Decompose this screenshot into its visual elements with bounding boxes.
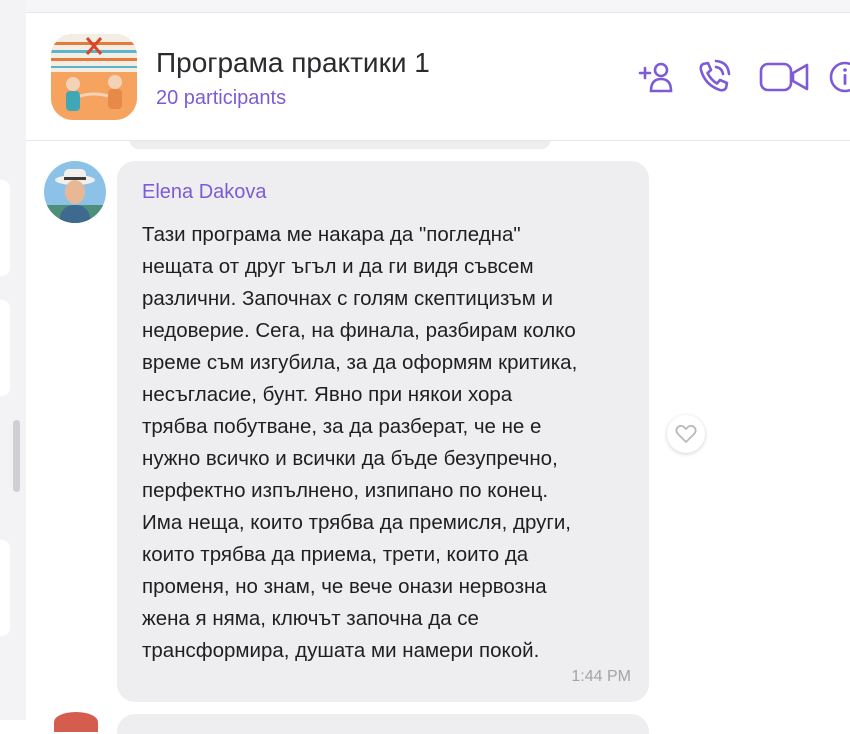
message-line: перфектно изпълнено, изпипано по конец. [142, 479, 549, 502]
info-icon [829, 61, 850, 93]
chat-list-item[interactable] [0, 180, 10, 276]
phone-icon [699, 59, 731, 92]
group-avatar[interactable] [51, 34, 137, 120]
next-message-bubble[interactable] [117, 714, 649, 734]
video-camera-icon [759, 62, 809, 92]
message-line: Има неща, които трябва да премисля, друг… [142, 511, 571, 534]
message-line: несъгласие, бунт. Явно при някои хора [142, 383, 513, 406]
chat-list-panel [0, 0, 27, 720]
add-person-icon [638, 62, 673, 93]
sender-avatar[interactable] [44, 161, 106, 223]
add-participant-button[interactable] [634, 57, 678, 97]
like-button[interactable] [667, 415, 705, 453]
chat-title: Програма практики 1 [156, 47, 430, 78]
message-line: нещата от друг ъгъл и да ги видя съвсем [142, 255, 534, 278]
chat-list-item[interactable] [0, 300, 10, 396]
chat-list-scrollbar[interactable] [13, 420, 20, 492]
chat-list-item[interactable] [0, 540, 10, 636]
message-line: трансформира, душата ми намери покой. [142, 639, 540, 662]
message-line: които трябва да приема, трети, които да [142, 543, 529, 566]
message-timestamp: 1:44 PM [571, 668, 631, 685]
message-line: Тази програма ме накара да "погледна" [142, 223, 521, 246]
message-line: различни. Започнах с голям скептицизъм и [142, 287, 553, 310]
message-line: недоверие. Сега, на финала, разбирам кол… [142, 319, 576, 342]
message-line: време съм изгубила, за да оформям критик… [142, 351, 578, 374]
chat-header: Програма практики 1 20 participants [26, 13, 850, 141]
participants-count[interactable]: 20 participants [156, 87, 286, 110]
message-line: трябва побутване, за да разберат, че не … [142, 415, 542, 438]
sender-name[interactable]: Elena Dakova [142, 181, 267, 204]
message-line: променя, но знам, че вече онази нервозна [142, 575, 547, 598]
info-button[interactable] [826, 57, 850, 97]
message-bubble[interactable]: Elena Dakova Тази програма ме накара да … [117, 161, 649, 702]
message-line: нужно всичко и всички да бъде безупречно… [142, 447, 558, 470]
message-line: жена я няма, ключът започна да се [142, 607, 479, 630]
next-sender-avatar[interactable] [54, 712, 98, 732]
message-text: Тази програма ме накара да "погледна" не… [142, 219, 642, 667]
heart-icon [675, 424, 697, 443]
previous-message-bubble [130, 141, 550, 149]
top-bar [26, 0, 850, 13]
video-call-button[interactable] [758, 57, 812, 97]
call-button[interactable] [692, 57, 736, 97]
